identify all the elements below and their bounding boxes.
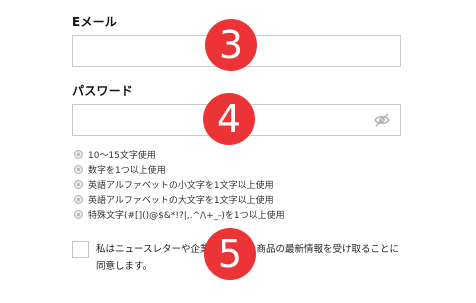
- step-badge-3: 3: [205, 19, 257, 71]
- password-rules-list: 10～15文字使用 数字を1つ以上使用 英語アルファベットの小文字を1文字以上使…: [74, 147, 404, 222]
- newsletter-checkbox[interactable]: [72, 241, 89, 258]
- step-badge-5: 5: [204, 228, 256, 280]
- eye-slash-icon[interactable]: [374, 113, 390, 127]
- email-label: Eメール: [72, 15, 117, 29]
- password-rule: 英語アルファベットの小文字を1文字以上使用: [74, 177, 404, 192]
- rule-status-icon: [74, 210, 83, 219]
- rule-status-icon: [74, 195, 83, 204]
- password-rule: 10～15文字使用: [74, 147, 404, 162]
- password-rule: 特殊文字(#[]()@$&*!?|,.^/\+_-)を1つ以上使用: [74, 207, 404, 222]
- rule-status-icon: [74, 180, 83, 189]
- password-rule-text: 特殊文字(#[]()@$&*!?|,.^/\+_-)を1つ以上使用: [88, 211, 285, 221]
- password-rule: 英語アルファベットの大文字を1文字以上使用: [74, 192, 404, 207]
- password-rule-text: 英語アルファベットの大文字を1文字以上使用: [88, 196, 274, 206]
- password-rule-text: 数字を1つ以上使用: [88, 166, 166, 176]
- password-rule-text: 10～15文字使用: [88, 151, 156, 161]
- password-label: パスワード: [72, 84, 134, 98]
- rule-status-icon: [74, 150, 83, 159]
- password-rule: 数字を1つ以上使用: [74, 162, 404, 177]
- password-rule-text: 英語アルファベットの小文字を1文字以上使用: [88, 181, 274, 191]
- step-badge-4: 4: [203, 93, 255, 145]
- rule-status-icon: [74, 165, 83, 174]
